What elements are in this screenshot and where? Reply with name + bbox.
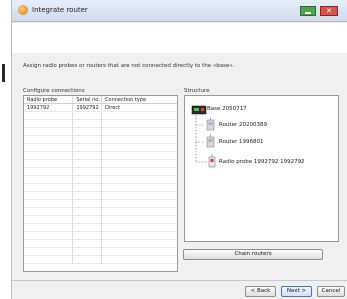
empty-row <box>24 216 177 224</box>
background-window-edge <box>0 0 12 299</box>
empty-row <box>24 144 177 152</box>
empty-row <box>24 120 177 128</box>
empty-row <box>24 152 177 160</box>
empty-row <box>24 192 177 200</box>
empty-row <box>24 176 177 184</box>
cell-connection-type[interactable]: Direct <box>102 104 177 111</box>
tree-node-router[interactable]: Router 20200389 <box>219 122 267 128</box>
router-icon <box>206 117 215 131</box>
empty-row <box>24 240 177 248</box>
close-button[interactable]: ✕ <box>320 6 338 16</box>
structure-label: Structure <box>184 88 210 94</box>
table-header: Radio probe Serial no. Connection type <box>24 96 177 104</box>
column-header-serial-no[interactable]: Serial no. <box>73 96 103 103</box>
base-device-icon <box>191 105 207 115</box>
next-button[interactable]: Next > <box>281 286 312 297</box>
empty-row <box>24 200 177 208</box>
tree-node-router[interactable]: Router 1996801 <box>219 139 263 145</box>
empty-row <box>24 256 177 264</box>
empty-row <box>24 232 177 240</box>
empty-row <box>24 128 177 136</box>
chain-routers-button[interactable]: Chain routers <box>183 249 323 260</box>
column-header-connection-type[interactable]: Connection type <box>102 96 177 103</box>
empty-row <box>24 248 177 256</box>
cell-radio-probe: 1992792 <box>24 104 74 111</box>
tree-node-radio-probe[interactable]: Radio probe 1992792 1992792 <box>219 159 305 165</box>
edge-marker <box>2 64 5 82</box>
app-icon <box>18 5 28 15</box>
tree-node-base[interactable]: Base 2050717 <box>207 106 247 112</box>
footer-divider <box>12 280 347 281</box>
empty-row <box>24 168 177 176</box>
title-bar: Integrate router ✕ <box>12 0 347 22</box>
cell-serial-no: 1992792 <box>73 104 103 111</box>
back-button[interactable]: < Back <box>245 286 276 297</box>
connections-table[interactable]: Radio probe Serial no. Connection type 1… <box>23 95 178 272</box>
structure-tree[interactable]: Base 2050717 Router 20200389 Router 1996… <box>184 95 339 242</box>
configure-connections-label: Configure connections <box>23 88 85 94</box>
cancel-button[interactable]: Cancel <box>317 286 345 297</box>
empty-row <box>24 160 177 168</box>
minimize-button[interactable] <box>300 6 316 16</box>
header-band <box>12 23 347 53</box>
empty-row <box>24 184 177 192</box>
table-row[interactable]: 1992792 1992792 Direct <box>24 104 177 112</box>
empty-row <box>24 136 177 144</box>
router-icon <box>206 134 215 148</box>
tree-connectors <box>191 105 216 168</box>
window-title: Integrate router <box>32 6 88 14</box>
empty-row <box>24 208 177 216</box>
radio-probe-icon <box>208 154 216 168</box>
column-header-radio-probe[interactable]: Radio probe <box>24 96 74 103</box>
instruction-text: Assign radio probes or routers that are … <box>23 63 235 69</box>
empty-row <box>24 112 177 120</box>
integrate-router-dialog: Integrate router ✕ Assign radio probes o… <box>12 0 347 299</box>
empty-row <box>24 224 177 232</box>
